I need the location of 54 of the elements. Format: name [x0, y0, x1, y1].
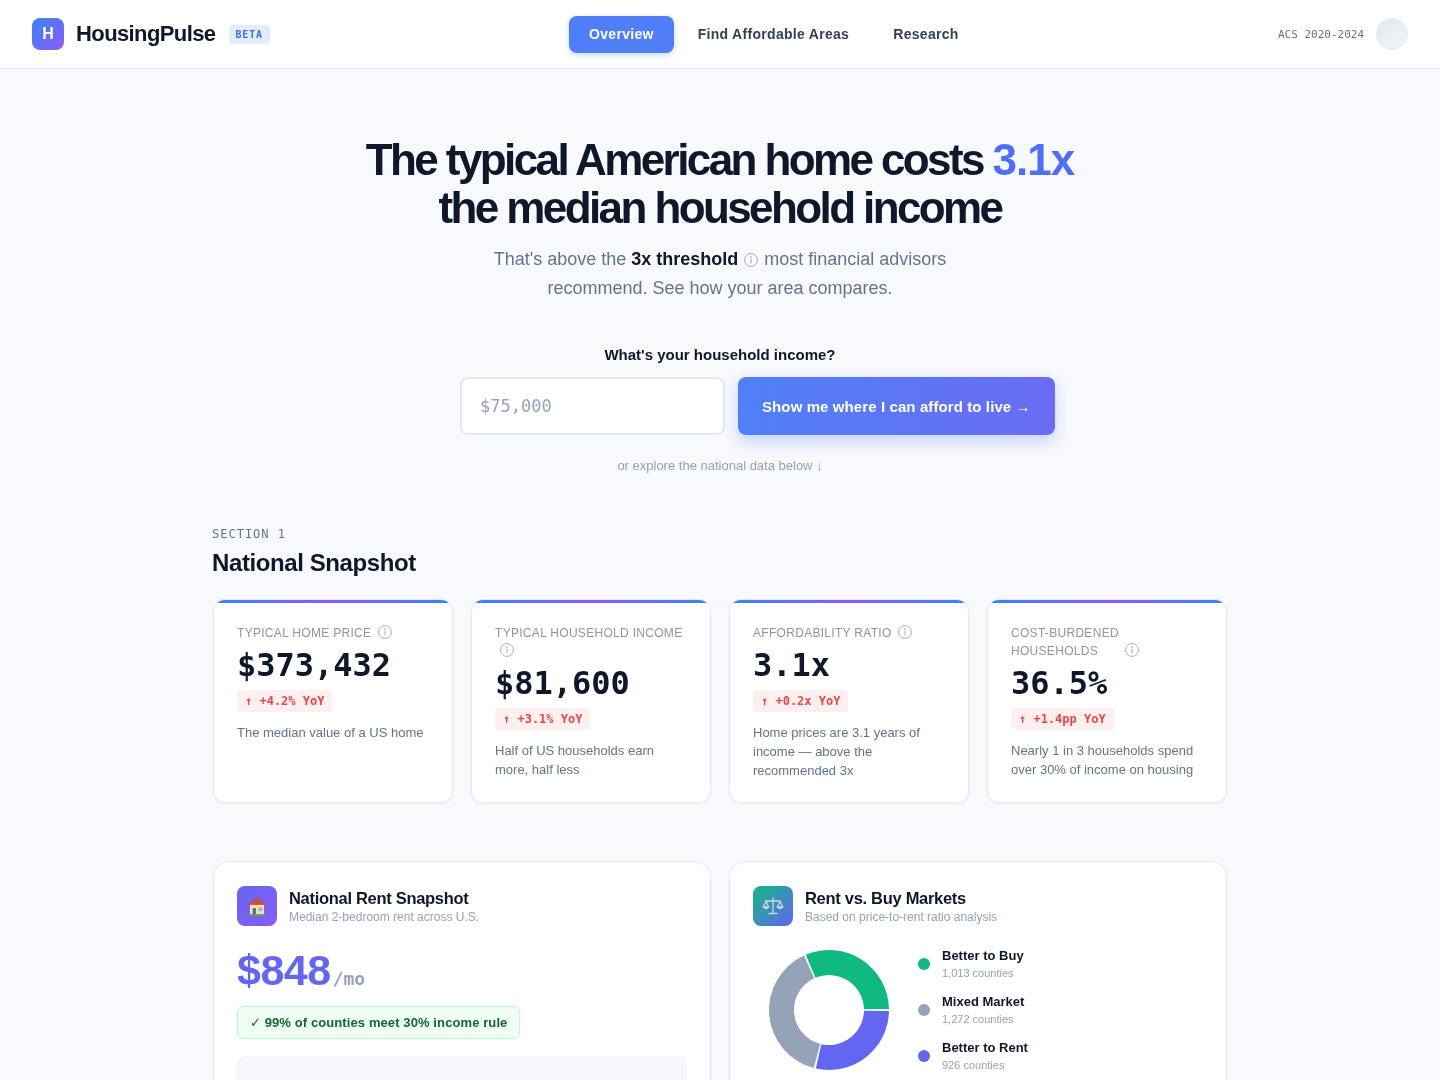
change-badge: ↑ +0.2x YoY — [753, 690, 849, 712]
info-icon[interactable] — [500, 643, 514, 657]
section-title: National Snapshot — [212, 548, 417, 578]
card-subtitle: Median 2-bedroom rent across U.S. — [289, 909, 480, 925]
beta-badge: BETA — [228, 24, 270, 44]
nav-tab[interactable]: Find Affordable Areas — [677, 15, 870, 53]
stat-label: AFFORDABILITY RATIO — [753, 625, 893, 642]
stat-label: COST-BURDENED HOUSEHOLDS — [1011, 625, 1120, 660]
change-badge: ↑ +1.4pp YoY — [1011, 708, 1114, 730]
card-title: Rent vs. Buy Markets — [805, 888, 967, 909]
legend-label: Better to Rent — [942, 1039, 1028, 1057]
card-subtitle: Based on price-to-rent ratio analysis — [805, 909, 998, 925]
legend-label: Better to Buy — [942, 947, 1024, 965]
stat-value: $81,600 — [495, 664, 631, 702]
subtitle-text: That's above the 3x threshold — [493, 248, 739, 271]
info-icon[interactable] — [378, 625, 392, 639]
legend-count: 1,272 counties — [942, 1012, 1015, 1027]
info-icon[interactable] — [898, 625, 912, 639]
income-rule-badge: ✓ 99% of counties meet 30% income rule — [237, 1006, 521, 1039]
data-source-label: ACS 2020-2024 — [1277, 27, 1364, 41]
stat-description: Nearly 1 in 3 households spend over 30% of income on housing — [1011, 742, 1195, 779]
legend-label: Mixed Market — [942, 993, 1025, 1011]
stat-label: TYPICAL HOUSEHOLD INCOME — [495, 625, 684, 642]
user-avatar[interactable] — [1376, 18, 1408, 50]
nav-tab[interactable]: Overview — [569, 15, 674, 53]
change-badge: ↑ +4.2% YoY — [237, 690, 333, 712]
legend-count: 1,013 counties — [942, 966, 1015, 981]
scales-icon — [753, 886, 793, 926]
stat-description: Home prices are 3.1 years of income — above the recommended 3x — [753, 724, 921, 780]
afford-search-button[interactable]: Show me where I can afford to live → — [738, 377, 1055, 435]
explore-hint: or explore the national data below ↓ — [617, 457, 823, 475]
info-icon[interactable] — [1125, 643, 1139, 657]
stat-description: The median value of a US home — [237, 724, 425, 742]
stat-description: Half of US households earn more, half less — [495, 742, 655, 779]
section-label: SECTION 1 — [212, 526, 288, 542]
info-icon[interactable] — [744, 252, 759, 267]
hero-title: The typical American home costs 3.1x the median household income — [364, 136, 1076, 232]
logo-mark[interactable]: H — [32, 18, 64, 50]
income-input[interactable]: $75,000 — [460, 377, 725, 435]
legend-count: 926 counties — [942, 1058, 1006, 1073]
subtitle-text: most financial advisors — [764, 248, 947, 271]
stat-value: 36.5% — [1011, 664, 1109, 702]
rent-unit: /mo — [332, 968, 366, 989]
rent-price: $848 — [237, 945, 331, 996]
stat-value: $373,432 — [237, 646, 393, 684]
stat-label: TYPICAL HOME PRICE — [237, 625, 373, 642]
stat-value: 3.1x — [753, 646, 832, 684]
change-badge: ↑ +3.1% YoY — [495, 708, 591, 730]
app-name: HousingPulse — [76, 21, 216, 47]
income-label: What's your household income? — [604, 345, 836, 365]
card-title: National Rent Snapshot — [289, 888, 470, 909]
subtitle-text: recommend. See how your area compares. — [547, 277, 893, 300]
nav-tab[interactable]: Research — [873, 15, 979, 53]
house-icon — [237, 886, 277, 926]
